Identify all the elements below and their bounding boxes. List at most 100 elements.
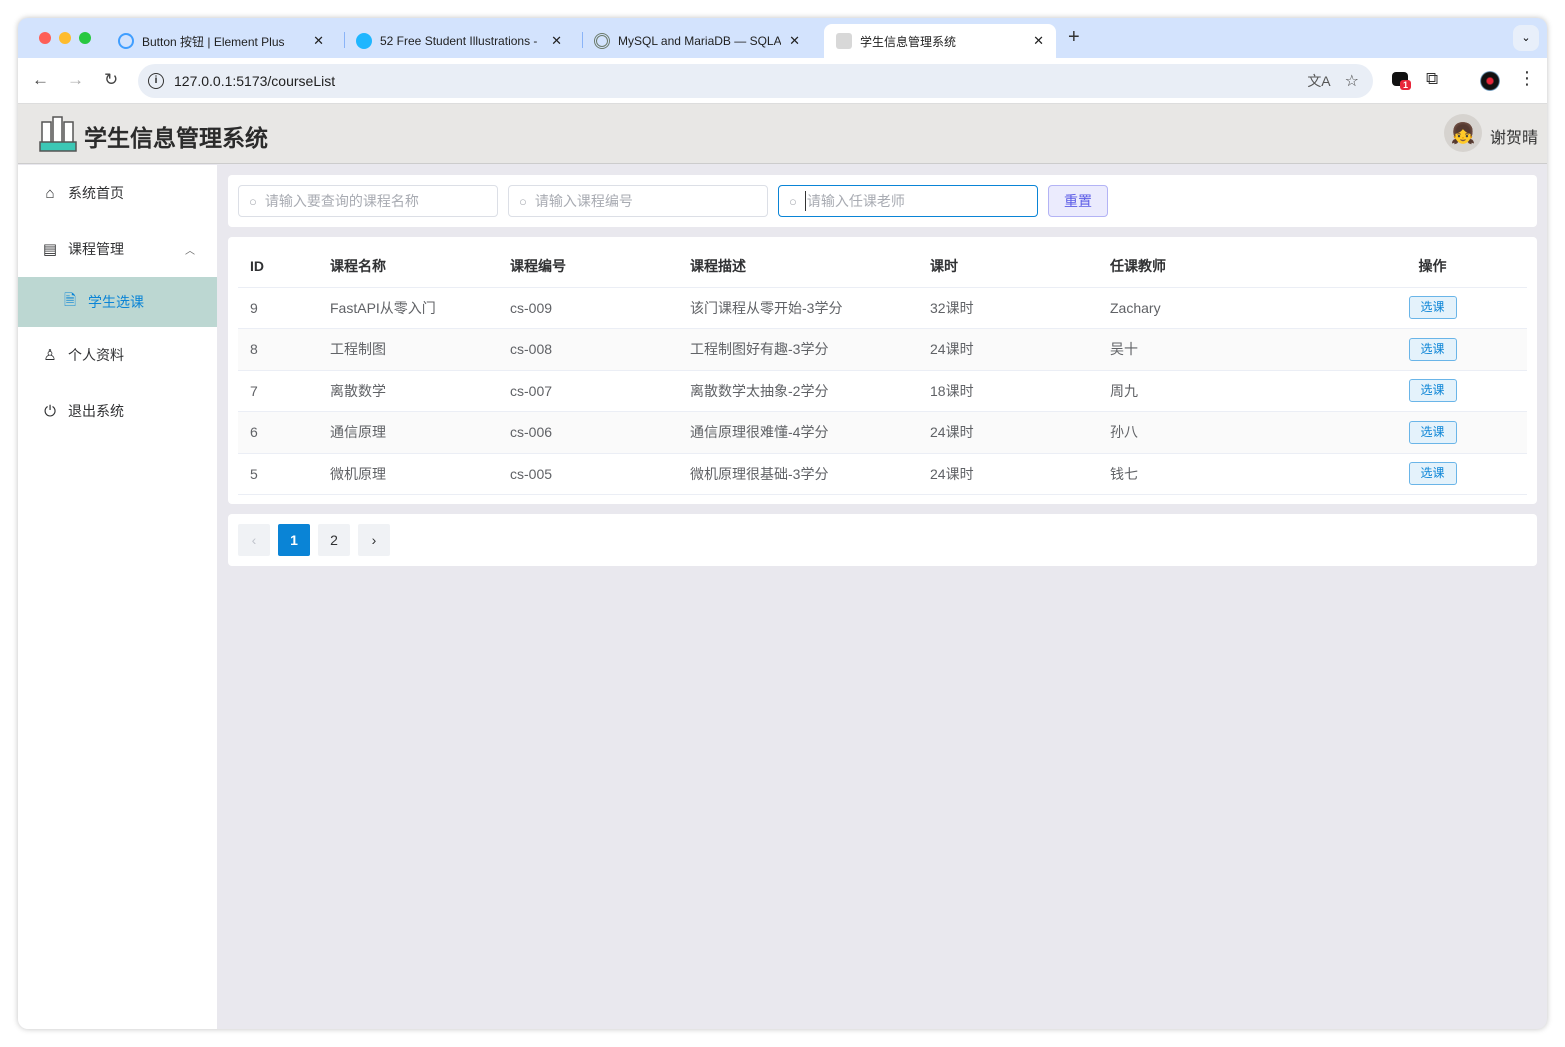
- table-cell: 工程制图好有趣-3学分: [678, 328, 918, 371]
- user-name[interactable]: 谢贺晴: [1490, 124, 1538, 148]
- forward-icon[interactable]: →: [67, 70, 84, 90]
- site-info-icon[interactable]: i: [148, 73, 164, 89]
- table-cell: 离散数学: [318, 370, 498, 412]
- course-table: ID 课程名称 课程编号 课程描述 课时 任课教师 操作 9 FastAPI从零入…: [238, 246, 1527, 495]
- sidebar: ⌂ 系统首页 ▤ 课程管理 ︿ 🗎 学生选课 ♙ 个人资料 ⏻ 退出系统: [18, 165, 217, 1029]
- table-cell: 钱七: [1098, 453, 1338, 495]
- table-cell: cs-005: [498, 453, 678, 495]
- col-code: 课程编号: [498, 246, 678, 288]
- table-cell: cs-009: [498, 287, 678, 329]
- document-icon: 🗎: [63, 291, 77, 309]
- chevron-up-icon: ︿: [185, 245, 195, 257]
- close-window-button[interactable]: [39, 32, 51, 44]
- col-name: 课程名称: [318, 246, 498, 288]
- placeholder: 请输入课程编号: [534, 193, 633, 209]
- sidebar-item-logout[interactable]: ⏻ 退出系统: [18, 386, 217, 436]
- table-cell: 24课时: [918, 411, 1098, 454]
- sidebar-item-course-management[interactable]: ▤ 课程管理 ︿: [18, 224, 217, 274]
- minimize-window-button[interactable]: [59, 32, 71, 44]
- close-tab-icon[interactable]: ✕: [551, 33, 562, 49]
- sidebar-item-profile[interactable]: ♙ 个人资料: [18, 330, 217, 380]
- course-table-card: ID 课程名称 课程编号 课程描述 课时 任课教师 操作 9 FastAPI从零入…: [228, 237, 1537, 504]
- reset-button[interactable]: 重置: [1048, 185, 1108, 217]
- app-header: 学生信息管理系统 👧 谢贺晴: [18, 104, 1547, 164]
- course-code-search-input[interactable]: ○ 请输入课程编号: [508, 185, 768, 217]
- table-cell: cs-006: [498, 411, 678, 454]
- tab-title: MySQL and MariaDB — SQLA: [618, 34, 782, 48]
- placeholder: 请输入任课老师: [804, 191, 905, 211]
- maximize-window-button[interactable]: [79, 32, 91, 44]
- extensions-puzzle-icon[interactable]: ⧉: [1426, 69, 1438, 89]
- table-cell: 通信原理: [318, 411, 498, 454]
- page-2-button[interactable]: 2: [318, 524, 350, 556]
- back-icon[interactable]: ←: [32, 70, 49, 90]
- url-bar[interactable]: i 127.0.0.1:5173/courseList 文A ☆: [138, 64, 1373, 98]
- menu-dots-icon[interactable]: ⋮: [1518, 68, 1536, 89]
- table-cell: 该门课程从零开始-3学分: [678, 287, 918, 329]
- menu-label: 学生选课: [88, 294, 144, 310]
- user-icon: ♙: [43, 347, 57, 364]
- table-cell: 7: [238, 370, 318, 412]
- tab-element-plus[interactable]: Button 按钮 | Element Plus ✕: [106, 24, 336, 58]
- action-cell: 选课: [1338, 411, 1527, 454]
- menu-label: 课程管理: [68, 241, 124, 257]
- user-avatar[interactable]: 👧: [1444, 114, 1482, 152]
- col-teacher: 任课教师: [1098, 246, 1338, 288]
- table-cell: 吴十: [1098, 328, 1338, 371]
- prev-page-button[interactable]: ‹: [238, 524, 270, 556]
- tab-student-illustrations[interactable]: 52 Free Student Illustrations - ✕: [344, 24, 574, 58]
- action-cell: 选课: [1338, 287, 1527, 329]
- search-icon: ○: [519, 193, 527, 209]
- tab-search-chevron-icon[interactable]: ⌄: [1513, 25, 1539, 51]
- sidebar-item-course-selection[interactable]: 🗎 学生选课: [18, 277, 217, 327]
- table-cell: 工程制图: [318, 328, 498, 371]
- sqlalchemy-icon: [594, 33, 610, 49]
- close-tab-icon[interactable]: ✕: [1033, 33, 1044, 49]
- table-row: 5 微机原理 cs-005 微机原理很基础-3学分 24课时 钱七 选课: [238, 453, 1527, 495]
- col-hours: 课时: [918, 246, 1098, 288]
- search-icon: ○: [249, 193, 257, 209]
- table-cell: 周九: [1098, 370, 1338, 412]
- table-cell: FastAPI从零入门: [318, 287, 498, 329]
- action-cell: 选课: [1338, 370, 1527, 412]
- table-cell: 5: [238, 453, 318, 495]
- table-row: 6 通信原理 cs-006 通信原理很难懂-4学分 24课时 孙八 选课: [238, 411, 1527, 454]
- table-cell: 9: [238, 287, 318, 329]
- course-name-search-input[interactable]: ○ 请输入要查询的课程名称: [238, 185, 498, 217]
- table-cell: cs-007: [498, 370, 678, 412]
- profile-icon[interactable]: [1480, 71, 1500, 91]
- table-cell: 24课时: [918, 453, 1098, 495]
- next-page-button[interactable]: ›: [358, 524, 390, 556]
- url-text[interactable]: 127.0.0.1:5173/courseList: [174, 73, 335, 89]
- app-title: 学生信息管理系统: [84, 125, 268, 151]
- table-cell: 24课时: [918, 328, 1098, 371]
- home-icon: ⌂: [45, 184, 55, 202]
- tab-title: Button 按钮 | Element Plus: [142, 34, 285, 49]
- new-tab-button[interactable]: +: [1068, 26, 1080, 49]
- table-cell: 18课时: [918, 370, 1098, 412]
- close-tab-icon[interactable]: ✕: [313, 33, 324, 49]
- table-cell: 微机原理很基础-3学分: [678, 453, 918, 495]
- search-logo-icon: [356, 33, 372, 49]
- select-course-button[interactable]: 选课: [1408, 462, 1457, 486]
- col-desc: 课程描述: [678, 246, 918, 288]
- close-tab-icon[interactable]: ✕: [789, 33, 800, 49]
- action-cell: 选课: [1338, 328, 1527, 371]
- app-logo-icon: [39, 116, 77, 152]
- translate-icon[interactable]: 文A: [1307, 71, 1330, 91]
- select-course-button[interactable]: 选课: [1408, 296, 1457, 320]
- reload-icon[interactable]: ↻: [104, 70, 118, 90]
- select-course-button[interactable]: 选课: [1408, 379, 1457, 403]
- select-course-button[interactable]: 选课: [1408, 337, 1457, 361]
- address-bar: ← → ↻ i 127.0.0.1:5173/courseList 文A ☆ 1…: [18, 58, 1547, 104]
- sidebar-item-home[interactable]: ⌂ 系统首页: [18, 168, 217, 218]
- table-cell: 8: [238, 328, 318, 371]
- tab-student-system[interactable]: 学生信息管理系统 ✕: [824, 24, 1056, 58]
- select-course-button[interactable]: 选课: [1408, 420, 1457, 444]
- bookmark-star-icon[interactable]: ☆: [1345, 71, 1359, 91]
- table-row: 9 FastAPI从零入门 cs-009 该门课程从零开始-3学分 32课时 Zachar…: [238, 287, 1527, 329]
- tab-sqlalchemy[interactable]: MySQL and MariaDB — SQLA ✕: [582, 24, 812, 58]
- menu-label: 退出系统: [68, 403, 124, 419]
- teacher-search-input[interactable]: ○ 请输入任课老师: [778, 185, 1038, 217]
- page-1-button[interactable]: 1: [278, 524, 310, 556]
